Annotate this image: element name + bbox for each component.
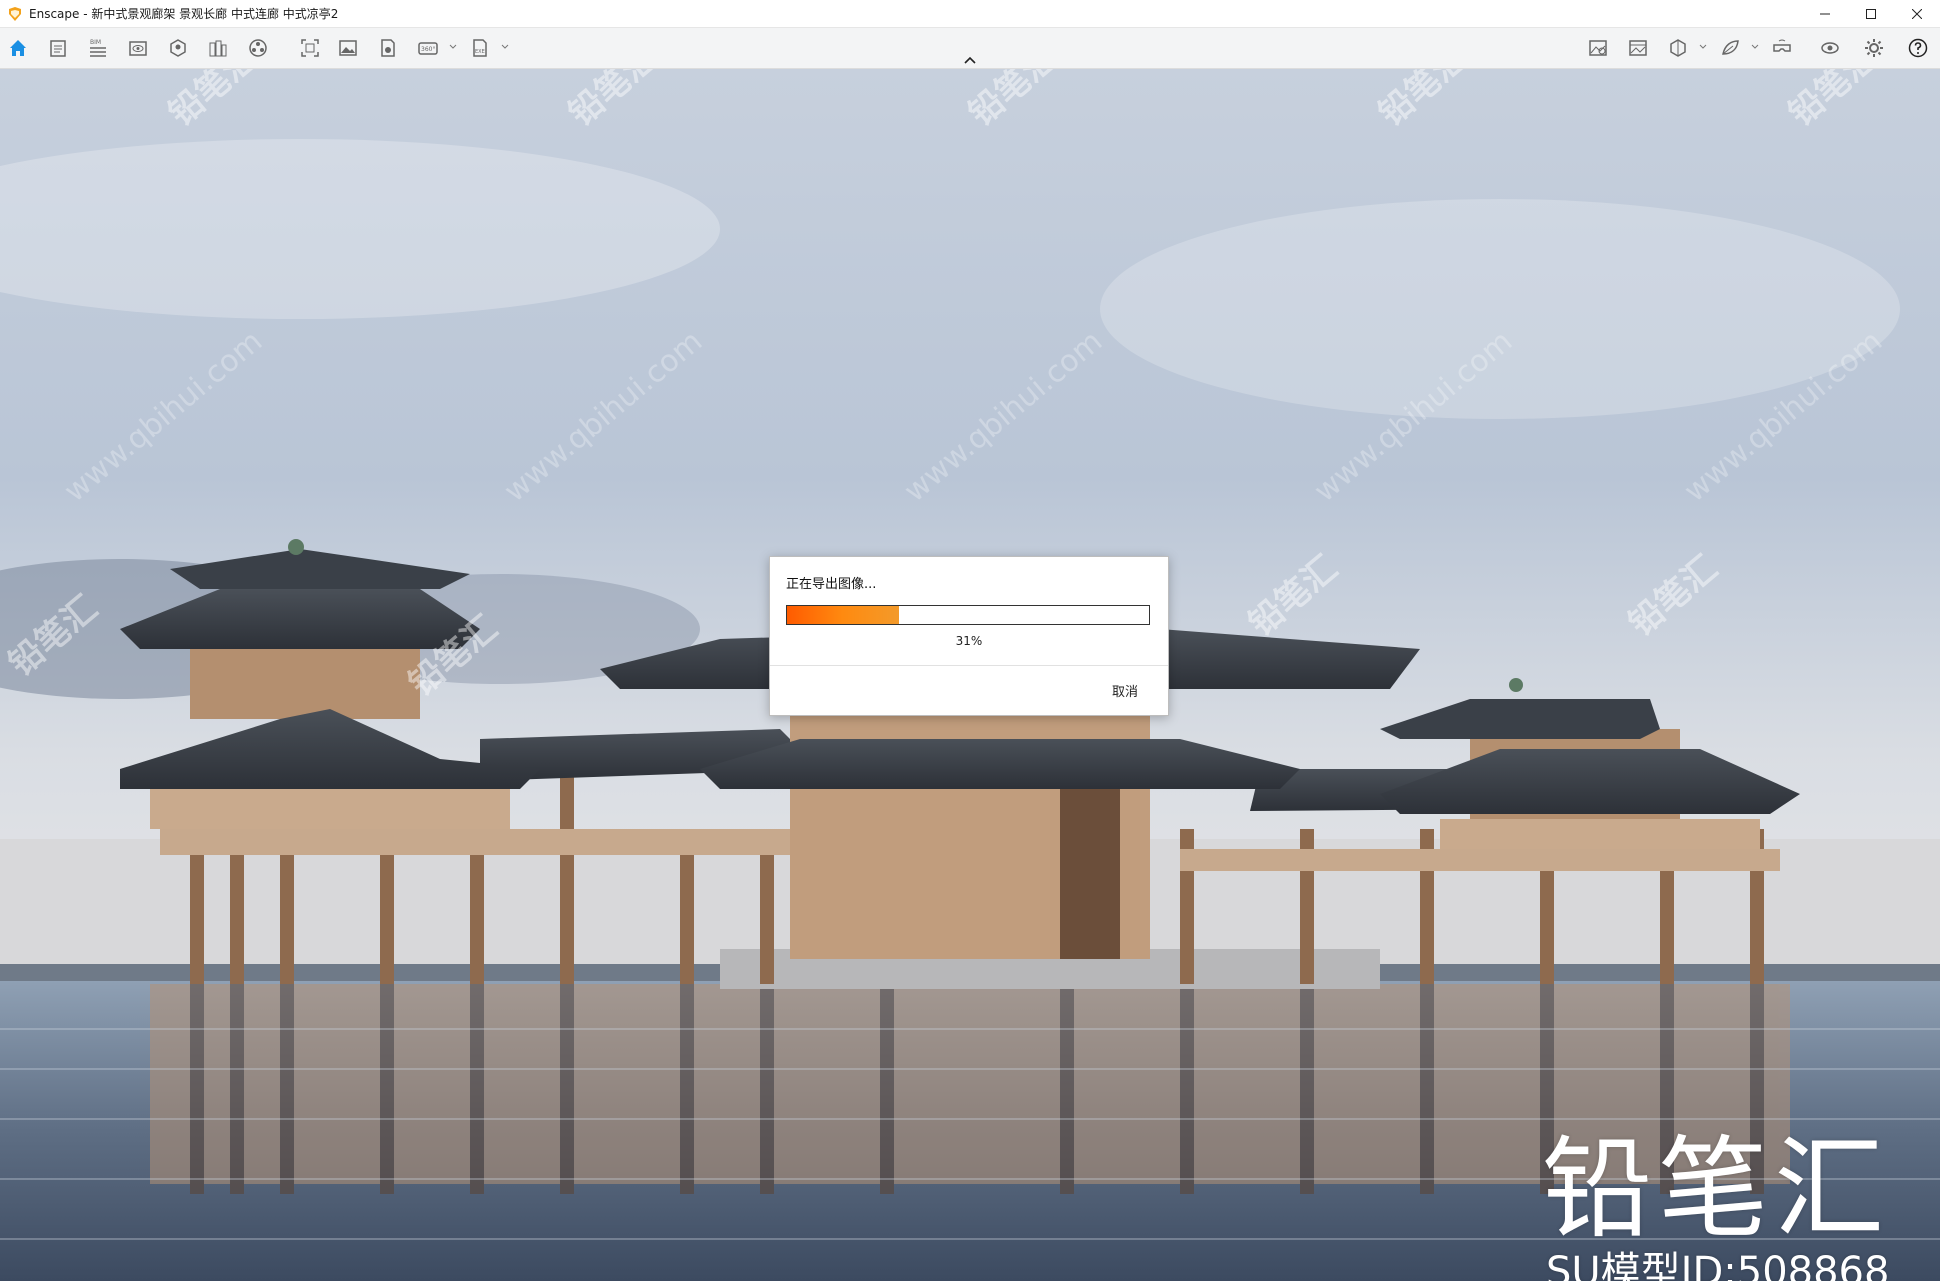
section-button[interactable]: [1666, 36, 1690, 60]
project-icon: [50, 40, 66, 57]
vr-headset-button[interactable]: [1770, 36, 1794, 60]
progress-percent-label: 31%: [955, 634, 983, 648]
material-button[interactable]: [1718, 36, 1742, 60]
title-bar: Enscape - 新中式景观廊架 景观长廊 中式连廊 中式凉亭2: [0, 0, 1940, 28]
cancel-button[interactable]: 取消: [1112, 681, 1138, 700]
site-context-icon: [1589, 40, 1607, 56]
svg-text:360°: 360°: [421, 46, 435, 53]
bim-icon: BIM: [90, 39, 106, 57]
svg-text:BIM: BIM: [90, 39, 101, 46]
close-icon: [1912, 8, 1922, 19]
dialog-title: 正在导出图像...: [786, 577, 877, 592]
brand-watermark: 铅笔汇 SU模型ID:508868: [1542, 1129, 1890, 1281]
enscape-logo-icon: [9, 6, 21, 21]
library-button[interactable]: [206, 36, 230, 60]
help-icon: [1908, 38, 1928, 58]
home-icon: [10, 40, 26, 56]
library-icon: [209, 40, 227, 57]
video-button[interactable]: [246, 36, 270, 60]
settings-gear-icon: [1865, 39, 1883, 57]
minimize-button[interactable]: [1802, 0, 1848, 27]
home-button[interactable]: [6, 36, 30, 60]
asset-icon: [170, 39, 186, 57]
vr-headset-icon: [1773, 39, 1791, 52]
batch-render-icon: [381, 39, 395, 57]
panorama-icon: 360°: [418, 42, 438, 55]
bim-button[interactable]: BIM: [86, 36, 110, 60]
batch-render-button[interactable]: [376, 36, 400, 60]
visual-settings-icon: [1821, 42, 1839, 54]
settings-button[interactable]: [1862, 36, 1886, 60]
window-title: Enscape - 新中式景观廊架 景观长廊 中式连廊 中式凉亭2: [29, 7, 339, 21]
project-button[interactable]: [46, 36, 70, 60]
help-button[interactable]: [1906, 36, 1930, 60]
image-icon: [339, 40, 357, 56]
material-icon: [1722, 40, 1739, 55]
panorama-dropdown-chevron-icon[interactable]: [448, 42, 458, 52]
panorama-button[interactable]: 360°: [416, 36, 440, 60]
section-icon: [1670, 39, 1686, 57]
model-id-label: SU模型ID:508868: [1546, 1249, 1890, 1281]
brand-name: 铅笔汇: [1542, 1125, 1890, 1253]
collapse-toolbar-chevron-icon[interactable]: [962, 54, 978, 66]
video-icon: [249, 39, 267, 57]
maximize-icon: [1866, 8, 1876, 19]
export-progress-bar: [786, 605, 1150, 625]
close-button[interactable]: [1894, 0, 1940, 27]
gallery-button[interactable]: [1626, 36, 1650, 60]
export-progress-dialog: 正在导出图像... 31% 取消: [769, 556, 1169, 716]
svg-text:EXE: EXE: [475, 49, 485, 55]
export-dropdown-chevron-icon[interactable]: [500, 42, 510, 52]
material-dropdown-chevron-icon[interactable]: [1750, 42, 1760, 52]
main-toolbar: BIM 360° EXE: [0, 28, 1940, 69]
gallery-icon: [1629, 40, 1647, 56]
maximize-button[interactable]: [1848, 0, 1894, 27]
asset-button[interactable]: [166, 36, 190, 60]
image-button[interactable]: [336, 36, 360, 60]
minimize-icon: [1820, 13, 1830, 14]
screenshot-icon: [301, 39, 319, 57]
export-exe-button[interactable]: EXE: [468, 36, 492, 60]
progress-fill: [787, 606, 900, 624]
section-dropdown-chevron-icon[interactable]: [1698, 42, 1708, 52]
visual-settings-button[interactable]: [1818, 36, 1842, 60]
export-exe-icon: EXE: [473, 39, 487, 57]
screenshot-button[interactable]: [298, 36, 322, 60]
view-button[interactable]: [126, 36, 150, 60]
dialog-divider: [770, 665, 1168, 666]
site-context-button[interactable]: [1586, 36, 1610, 60]
view-icon: [129, 41, 147, 56]
